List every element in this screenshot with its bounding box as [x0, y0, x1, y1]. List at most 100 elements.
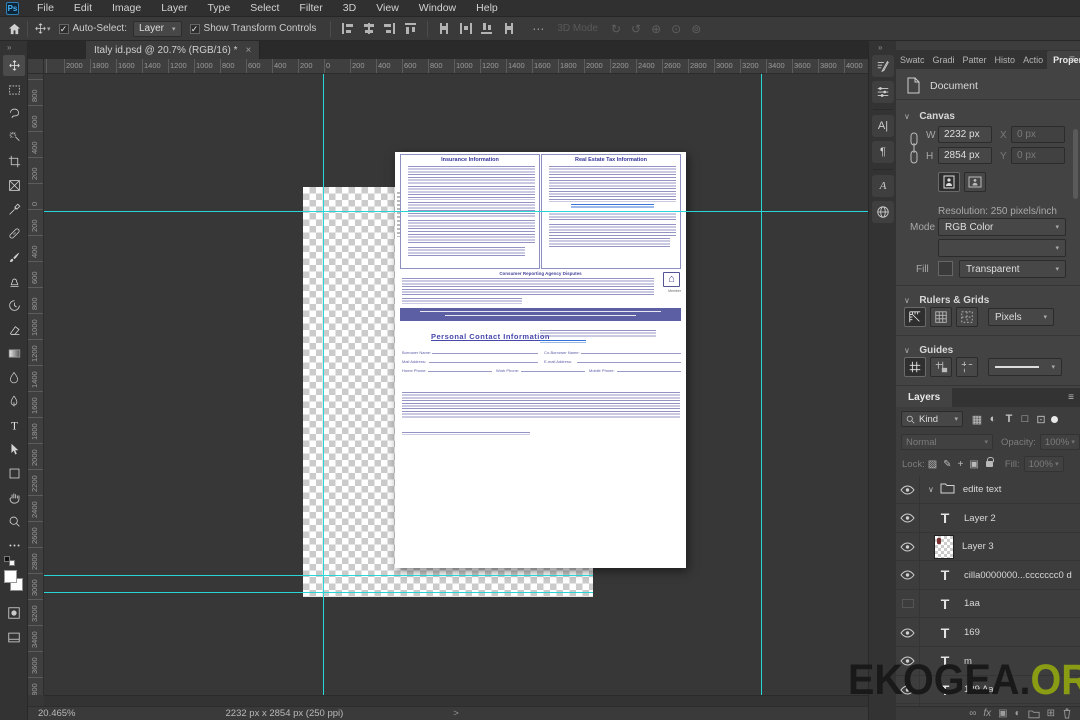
brush-tool[interactable] [3, 247, 25, 268]
layer-visibility-hidden[interactable] [896, 589, 920, 618]
auto-select-checkbox[interactable]: ✓ [58, 23, 69, 34]
align-right-edges-icon[interactable] [383, 23, 396, 34]
distribute-right-icon[interactable] [501, 23, 514, 34]
guide-style-dropdown[interactable]: ▾ [988, 358, 1062, 376]
new-adjustment-icon[interactable]: ◐ [1015, 708, 1021, 719]
group-expand-icon[interactable]: ∨ [928, 485, 934, 494]
history-panel-icon[interactable] [872, 55, 894, 77]
toggle-pixel-grid-button[interactable] [956, 307, 978, 327]
pen-tool[interactable] [3, 391, 25, 412]
brush-settings-panel-icon[interactable] [872, 81, 894, 103]
move-tool[interactable] [3, 55, 25, 76]
text-layer-thumbnail[interactable]: T [934, 510, 956, 526]
layer-name[interactable]: Layer 3 [962, 541, 994, 552]
add-mask-icon[interactable]: ▣ [998, 708, 1007, 719]
screen-mode-icon[interactable] [5, 629, 23, 645]
move-tool-caret-icon[interactable]: ▾ [47, 25, 51, 33]
filter-smart-objects-icon[interactable]: ⊡ [1033, 413, 1049, 426]
home-icon[interactable] [8, 23, 21, 35]
lock-position-icon[interactable]: + [958, 459, 964, 470]
new-group-icon[interactable] [1028, 709, 1040, 719]
new-layer-icon[interactable]: ⊞ [1047, 708, 1055, 719]
lock-transparency-icon[interactable]: ▨ [928, 459, 937, 470]
filter-toggle-icon[interactable] [1051, 415, 1058, 423]
text-layer-thumbnail[interactable]: T [934, 625, 956, 641]
healing-brush-tool[interactable] [3, 223, 25, 244]
filter-shape-layers-icon[interactable]: □ [1017, 413, 1033, 425]
path-selection-tool[interactable] [3, 439, 25, 460]
horizontal-ruler[interactable]: 2000 1800 1600 1400 1200 1000 800 600 400 200 0 200… [44, 59, 868, 74]
align-left-edges-icon[interactable] [341, 23, 354, 34]
tab-actions[interactable]: Actio [1019, 51, 1047, 69]
crop-tool[interactable] [3, 151, 25, 172]
tab-patterns[interactable]: Patter [959, 51, 991, 69]
paragraph-panel-icon[interactable]: ¶ [872, 141, 894, 163]
foreground-background-colors[interactable] [4, 556, 24, 596]
menu-type[interactable]: Type [197, 0, 240, 16]
dock-collapse-icon[interactable]: » [878, 43, 882, 52]
show-transform-checkbox[interactable]: ✓ [189, 23, 200, 34]
lock-guides-button[interactable] [930, 357, 952, 377]
ruler-origin-corner[interactable] [28, 59, 44, 74]
link-layers-icon[interactable]: ∞ [969, 708, 976, 719]
layer-visibility-eye-icon[interactable] [896, 561, 920, 590]
menu-select[interactable]: Select [240, 0, 289, 16]
bit-depth-dropdown[interactable]: ▾ [938, 239, 1066, 257]
filter-pixel-layers-icon[interactable]: ▦ [969, 413, 985, 426]
blur-tool[interactable] [3, 367, 25, 388]
lasso-tool[interactable] [3, 103, 25, 124]
fill-swatch[interactable] [938, 261, 953, 276]
layer-visibility-eye-icon[interactable] [896, 504, 920, 533]
layer-name[interactable]: Layer 2 [964, 513, 996, 524]
menu-file[interactable]: File [27, 0, 64, 16]
layer-name[interactable]: edite text [963, 484, 1002, 495]
height-field[interactable]: 2854 px [938, 147, 992, 164]
photoshop-logo-icon[interactable]: Ps [6, 1, 19, 15]
zoom-tool[interactable] [3, 511, 25, 532]
layer-visibility-eye-icon[interactable] [896, 532, 920, 561]
layer-row[interactable]: T 1aa [896, 589, 1080, 619]
status-caret-icon[interactable]: > [453, 708, 459, 719]
clone-stamp-tool[interactable] [3, 271, 25, 292]
marquee-tool[interactable] [3, 79, 25, 100]
fill-dropdown[interactable]: Transparent ▾ [959, 260, 1066, 278]
object-selection-tool[interactable] [3, 127, 25, 148]
type-tool[interactable]: T [3, 415, 25, 436]
guide-vertical-2[interactable] [761, 74, 762, 695]
text-layer-thumbnail[interactable]: T [934, 596, 956, 612]
tab-history[interactable]: Histo [991, 51, 1020, 69]
ellipsis-tool[interactable] [3, 535, 25, 556]
toolbar-collapse-icon[interactable]: » [7, 43, 11, 52]
vertical-ruler[interactable]: 800 600 400 200 0 200 400 600 800 1000 1200 1400 160… [28, 74, 44, 695]
layer-visibility-eye-icon[interactable] [896, 476, 920, 504]
tab-close-icon[interactable]: × [246, 45, 252, 56]
layers-menu-icon[interactable]: ≡ [1068, 392, 1074, 403]
move-tool-icon[interactable] [34, 22, 47, 35]
menu-help[interactable]: Help [466, 0, 508, 16]
document-tab[interactable]: Italy id.psd @ 20.7% (RGB/16) * × [86, 41, 261, 59]
tab-layers[interactable]: Layers [896, 388, 953, 407]
panel-menu-icon[interactable]: ≡ [1069, 54, 1075, 65]
more-options-icon[interactable]: ⋯ [532, 22, 544, 36]
menu-window[interactable]: Window [409, 0, 466, 16]
color-mode-dropdown[interactable]: RGB Color ▾ [938, 218, 1066, 236]
guide-horizontal-3[interactable] [44, 592, 593, 593]
tab-swatches[interactable]: Swatc [896, 51, 929, 69]
hand-tool[interactable] [3, 487, 25, 508]
toggle-rulers-button[interactable] [904, 307, 926, 327]
character-panel-icon[interactable]: A| [872, 115, 894, 137]
layer-visibility-eye-icon[interactable] [896, 618, 920, 647]
guide-vertical-1[interactable] [323, 74, 324, 695]
menu-layer[interactable]: Layer [151, 0, 197, 16]
menu-filter[interactable]: Filter [289, 0, 332, 16]
tab-properties[interactable]: Properties [1047, 51, 1080, 69]
text-layer-thumbnail[interactable]: T [934, 567, 956, 583]
clear-guides-button[interactable] [956, 357, 978, 377]
menu-view[interactable]: View [366, 0, 409, 16]
layer-thumbnail[interactable] [934, 534, 954, 559]
delete-layer-icon[interactable] [1062, 708, 1072, 719]
eraser-tool[interactable] [3, 319, 25, 340]
filter-adjustment-layers-icon[interactable]: ◐ [985, 413, 1001, 425]
quick-mask-icon[interactable] [5, 605, 23, 621]
layer-row[interactable]: T Layer 2 [896, 504, 1080, 533]
